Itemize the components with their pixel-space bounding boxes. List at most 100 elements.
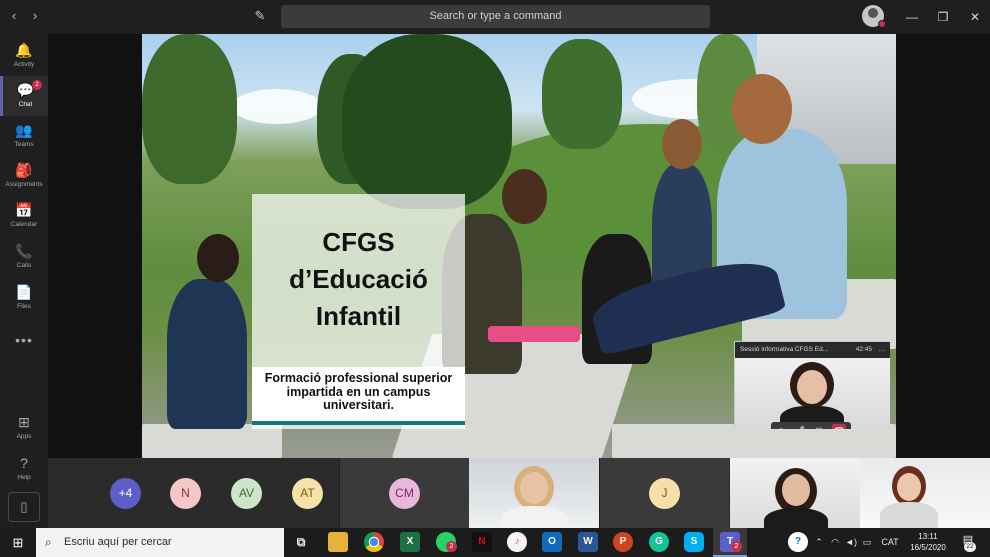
back-arrow-icon[interactable]: ‹	[6, 8, 22, 24]
presence-status-icon	[878, 20, 886, 28]
show-hidden-icons-icon[interactable]: ⌃	[812, 528, 826, 557]
files-icon: 📄	[15, 284, 33, 300]
clock-time: 13:11	[918, 532, 938, 541]
notification-count: 22	[964, 542, 976, 552]
battery-icon[interactable]: ▭	[860, 528, 874, 557]
mini-window-video: ■ 🎤 ▣ ☎	[735, 358, 890, 429]
compose-icon[interactable]: ✎	[251, 8, 269, 26]
close-button[interactable]: ✕	[966, 8, 984, 26]
hang-up-icon[interactable]: ☎	[832, 424, 846, 429]
student-head	[502, 169, 547, 224]
phone-icon: 📞	[15, 243, 33, 259]
tree	[542, 39, 622, 149]
whatsapp-badge: 2	[446, 541, 457, 552]
rail-label-activity: Activity	[13, 61, 35, 68]
participant-avatar[interactable]: N	[170, 478, 201, 509]
overflow-participants-bubble[interactable]: +4	[110, 478, 141, 509]
apps-icon: ⊞	[18, 414, 30, 430]
rail-label-calendar: Calendar	[10, 221, 38, 228]
rail-item-teams[interactable]: 👥 Teams	[0, 116, 48, 156]
rail-label-apps: Apps	[16, 433, 32, 440]
teams-taskbar-button[interactable]: T	[713, 528, 747, 557]
volume-icon[interactable]: ◄)	[843, 528, 859, 557]
skype-icon[interactable]: S	[684, 532, 704, 552]
participant-tile[interactable]: CM	[339, 458, 469, 528]
participant-avatar[interactable]: AT	[292, 478, 323, 509]
taskbar-search-input[interactable]: ⌕ Escriu aquí per cercar	[36, 528, 284, 557]
meeting-mini-window[interactable]: Sessió informativa CFGS Ed... 42:45 … ■ …	[734, 341, 890, 429]
student-figure	[167, 279, 247, 429]
participant-body	[764, 508, 828, 528]
participant-avatar[interactable]: AV	[231, 478, 262, 509]
rail-label-chat: Chat	[18, 101, 33, 108]
itunes-icon[interactable]: ♪	[507, 532, 527, 552]
word-icon[interactable]: W	[578, 532, 598, 552]
student-head	[732, 74, 792, 144]
windows-start-icon[interactable]: ⊞	[0, 528, 36, 557]
presenter-face	[797, 370, 827, 404]
rail-label-files: Files	[17, 303, 31, 310]
outlook-icon[interactable]: O	[542, 532, 562, 552]
participant-video-tile[interactable]	[730, 458, 860, 528]
rail-item-calendar[interactable]: 📅 Calendar	[0, 196, 48, 236]
participant-video-tile[interactable]	[469, 458, 599, 528]
share-screen-icon[interactable]: ▣	[812, 424, 826, 429]
taskbar-search-placeholder: Escriu aquí per cercar	[64, 536, 172, 548]
chrome-icon[interactable]	[364, 532, 384, 552]
rail-item-activity[interactable]: 🔔 Activity	[0, 36, 48, 76]
netflix-icon[interactable]: N	[472, 532, 492, 552]
device-settings-button[interactable]: ▯	[8, 492, 40, 522]
cloud	[232, 89, 322, 124]
rail-item-chat[interactable]: 💬 Chat 2	[0, 76, 48, 116]
participant-video-tile[interactable]	[860, 458, 990, 528]
mini-window-header: Sessió informativa CFGS Ed... 42:45 …	[735, 342, 890, 358]
participant-strip: +4 N AV AT CM J	[48, 458, 990, 528]
participant-face	[520, 472, 548, 504]
powerpoint-icon[interactable]: P	[613, 532, 633, 552]
tree	[342, 34, 512, 209]
minimize-button[interactable]: —	[903, 8, 921, 26]
rail-label-teams: Teams	[14, 141, 34, 148]
pink-bag	[488, 326, 580, 342]
maximize-button[interactable]: ❐	[934, 8, 952, 26]
help-icon: ?	[20, 455, 28, 471]
rail-label-help: Help	[17, 474, 31, 481]
mini-window-title: Sessió informativa CFGS Ed...	[740, 346, 829, 353]
more-options-icon[interactable]: …	[879, 342, 886, 358]
microphone-icon[interactable]: 🎤	[793, 424, 807, 429]
forward-arrow-icon[interactable]: ›	[27, 8, 43, 24]
rail-item-apps[interactable]: ⊞ Apps	[0, 408, 48, 448]
slide-subtitle: Formació professional superior impartida…	[264, 371, 453, 412]
participant-avatar: CM	[389, 478, 420, 509]
rail-label-assignments: Assignments	[5, 181, 43, 188]
rail-item-assignments[interactable]: 🎒 Assignments	[0, 156, 48, 196]
command-search-input[interactable]: Search or type a command	[281, 5, 710, 28]
title-bar: ‹ › ✎ Search or type a command — ❐ ✕	[0, 0, 990, 34]
app-rail: 🔔 Activity 💬 Chat 2 👥 Teams 🎒 Assignment…	[0, 34, 48, 528]
stone-bench	[142, 424, 282, 458]
rail-item-calls[interactable]: 📞 Calls	[0, 237, 48, 277]
network-icon[interactable]: ◠	[828, 528, 842, 557]
tree	[142, 34, 237, 184]
camera-icon[interactable]: ■	[774, 424, 788, 429]
student-head	[197, 234, 239, 282]
calendar-icon: 📅	[15, 202, 33, 218]
chat-unread-badge: 2	[32, 80, 42, 90]
rail-item-help[interactable]: ? Help	[0, 449, 48, 489]
excel-icon[interactable]: X	[400, 532, 420, 552]
task-view-icon[interactable]: ⧉	[291, 532, 311, 552]
participant-body	[501, 506, 567, 528]
clock-date: 16/5/2020	[910, 543, 946, 552]
file-explorer-icon[interactable]	[328, 532, 348, 552]
help-circle-icon[interactable]: ?	[788, 532, 808, 552]
input-language[interactable]: CAT	[878, 528, 902, 557]
mini-call-controls: ■ 🎤 ▣ ☎	[771, 422, 851, 429]
windows-taskbar: ⊞ ⌕ Escriu aquí per cercar ⧉ X 2 N ♪ O W…	[0, 528, 990, 557]
rail-label-calls: Calls	[16, 262, 32, 269]
grammarly-icon[interactable]: G	[649, 532, 669, 552]
rail-item-files[interactable]: 📄 Files	[0, 278, 48, 318]
taskbar-clock[interactable]: 13:11 16/5/2020	[905, 531, 951, 553]
more-apps-icon[interactable]: •••	[0, 332, 48, 348]
student-head	[662, 119, 702, 169]
participant-tile[interactable]: J	[599, 458, 729, 528]
